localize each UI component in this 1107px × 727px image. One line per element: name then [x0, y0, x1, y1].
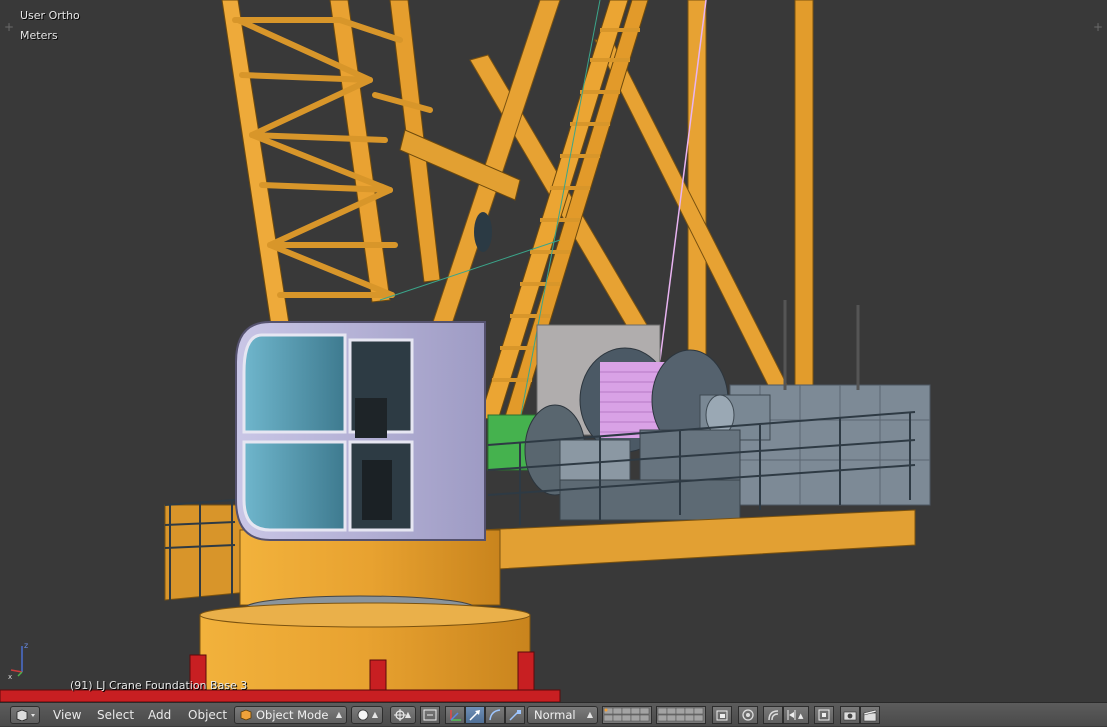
scale-manipulator-icon[interactable] [505, 706, 525, 724]
mode-selector[interactable]: Object Mode ▲ [234, 706, 347, 724]
menu-add[interactable]: Add [148, 707, 171, 723]
proportional-editing-icon[interactable] [420, 706, 440, 724]
rotate-manipulator-icon[interactable] [485, 706, 505, 724]
layers-grid-icon [603, 707, 650, 722]
orientation-dropdown-arrow-icon: ▲ [586, 710, 593, 719]
mode-dropdown-arrow-icon: ▲ [335, 710, 342, 719]
pivot-point-selector[interactable]: ▲ [390, 706, 416, 724]
crane-3d-scene [0, 0, 931, 702]
svg-text:x: x [8, 673, 12, 680]
shading-dropdown-arrow-icon: ▲ [371, 710, 378, 719]
3d-viewport[interactable]: User Ortho Meters (91) LJ Crane Foundati… [0, 0, 1107, 702]
menu-view[interactable]: View [53, 707, 81, 723]
layer-buttons-group-1[interactable] [602, 706, 652, 724]
axis-gizmo-icon: z x [8, 641, 28, 680]
menu-object[interactable]: Object [188, 707, 227, 723]
snap-target-icon[interactable] [814, 706, 834, 724]
manipulator-toggle-icon[interactable] [445, 706, 465, 724]
editor-type-button[interactable] [10, 706, 40, 724]
view-name-label: User Ortho [20, 9, 80, 22]
svg-text:z: z [24, 641, 28, 650]
pivot-dropdown-arrow-icon: ▲ [404, 710, 411, 719]
split-corner-left-icon[interactable]: + [4, 21, 14, 33]
snap-element-selector-icon[interactable]: ▲ [783, 706, 809, 724]
solid-sphere-icon [357, 709, 369, 721]
render-opengl-animation-icon[interactable] [860, 706, 880, 724]
svg-text:▲: ▲ [798, 712, 804, 720]
lock-camera-layers-icon[interactable] [712, 706, 732, 724]
layers-grid-icon [657, 707, 704, 722]
menu-select[interactable]: Select [97, 707, 134, 723]
snap-toggle-icon[interactable] [763, 706, 783, 724]
3d-view-cube-icon [16, 709, 35, 721]
active-object-label: (91) LJ Crane Foundation Base 3 [70, 679, 248, 692]
transform-orientation-selector[interactable]: Normal ▲ [527, 706, 598, 724]
3d-view-header: View Select Add Object Object Mode ▲ ▲ ▲ [0, 702, 1107, 726]
object-cube-icon [240, 709, 252, 721]
transform-orientation-label: Normal [534, 708, 576, 722]
split-corner-right-icon[interactable]: + [1093, 21, 1103, 33]
proportional-falloff-icon[interactable] [738, 706, 758, 724]
layer-buttons-group-2[interactable] [656, 706, 706, 724]
view-units-label: Meters [20, 29, 58, 42]
mode-label: Object Mode [256, 708, 329, 722]
render-opengl-image-icon[interactable] [840, 706, 860, 724]
viewport-shading-selector[interactable]: ▲ [351, 706, 383, 724]
translate-manipulator-icon[interactable] [465, 706, 485, 724]
